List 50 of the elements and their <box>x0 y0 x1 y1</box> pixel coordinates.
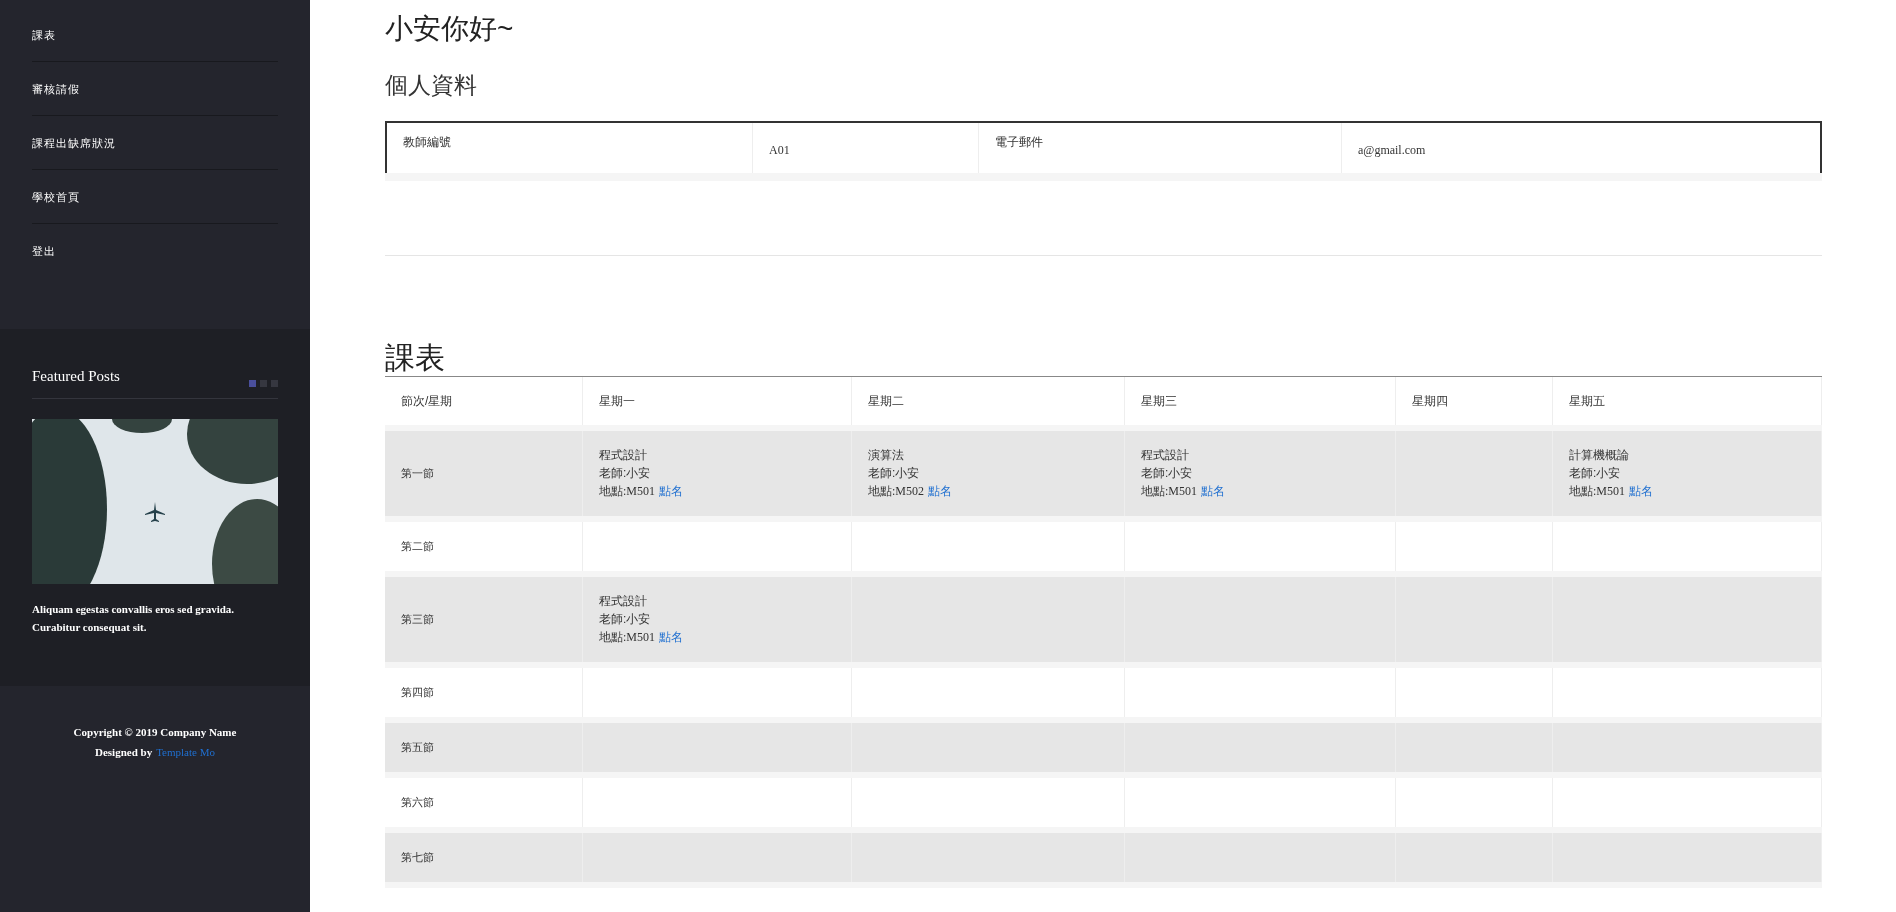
table-cell: 第二節 <box>385 521 583 571</box>
teacher-text: 老師:小安 <box>599 611 652 628</box>
nav-link[interactable]: 學校首頁 <box>32 191 80 203</box>
location-text: 地點:M501 <box>1141 483 1197 500</box>
roll-call-link[interactable]: 點名 <box>659 628 683 646</box>
table-cell: 第四節 <box>385 667 583 717</box>
course-name: 程式設計 <box>1141 447 1190 464</box>
designed-by-text: Designed by <box>95 745 153 760</box>
column-header: 星期三 <box>1125 376 1396 425</box>
location-text: 地點:M501 <box>599 629 655 646</box>
column-header: 星期二 <box>852 376 1125 425</box>
column-header: 星期一 <box>583 376 852 425</box>
featured-caption: Aliquam egestas convallis eros sed gravida. Curabitur consequat sit. <box>32 601 236 635</box>
table-cell: 電子郵件 <box>979 122 1342 173</box>
nav-link[interactable]: 審核請假 <box>32 83 80 95</box>
roll-call-link[interactable]: 點名 <box>659 482 683 500</box>
column-header: 星期五 <box>1553 376 1822 425</box>
table-cell: 第三節 <box>385 576 583 662</box>
course-name: 計算機概論 <box>1569 447 1630 464</box>
roll-call-link[interactable]: 點名 <box>1629 482 1653 500</box>
location-text: 地點:M501 <box>599 483 655 500</box>
nav-link[interactable]: 登出 <box>32 245 56 257</box>
column-header: 節次/星期 <box>385 376 583 425</box>
table-cell: 第六節 <box>385 777 583 827</box>
roll-call-link[interactable]: 點名 <box>928 482 952 500</box>
featured-title: Featured Posts <box>32 367 120 386</box>
location-text: 地點:M502 <box>868 483 924 500</box>
teacher-text: 老師:小安 <box>868 465 921 482</box>
table-cell-text: a@gmail.com <box>1357 141 1427 159</box>
greeting-heading: 小安你好~ <box>385 12 515 46</box>
table-cell: 第一節 <box>385 430 583 516</box>
template-link[interactable]: Template Mo <box>156 744 215 761</box>
course-name: 程式設計 <box>599 447 648 464</box>
profile-heading: 個人資料 <box>385 71 478 100</box>
schedule-heading: 課表 <box>385 339 446 376</box>
roll-call-link[interactable]: 點名 <box>1201 482 1225 500</box>
column-header: 星期四 <box>1396 376 1553 425</box>
teacher-text: 老師:小安 <box>1569 465 1622 482</box>
course-name: 演算法 <box>868 447 905 464</box>
table-cell: 第五節 <box>385 722 583 772</box>
nav-link[interactable]: 課程出缺席狀況 <box>32 137 116 149</box>
table-cell: 教師編號 <box>387 122 753 173</box>
location-text: 地點:M501 <box>1569 483 1625 500</box>
teacher-text: 老師:小安 <box>599 465 652 482</box>
course-name: 程式設計 <box>599 593 648 610</box>
teacher-text: 老師:小安 <box>1141 465 1194 482</box>
copyright-text: Copyright © 2019 Company Name <box>73 724 237 740</box>
nav-link[interactable]: 課表 <box>32 29 56 41</box>
table-cell: A01 <box>753 122 979 173</box>
table-cell: 第七節 <box>385 832 583 882</box>
